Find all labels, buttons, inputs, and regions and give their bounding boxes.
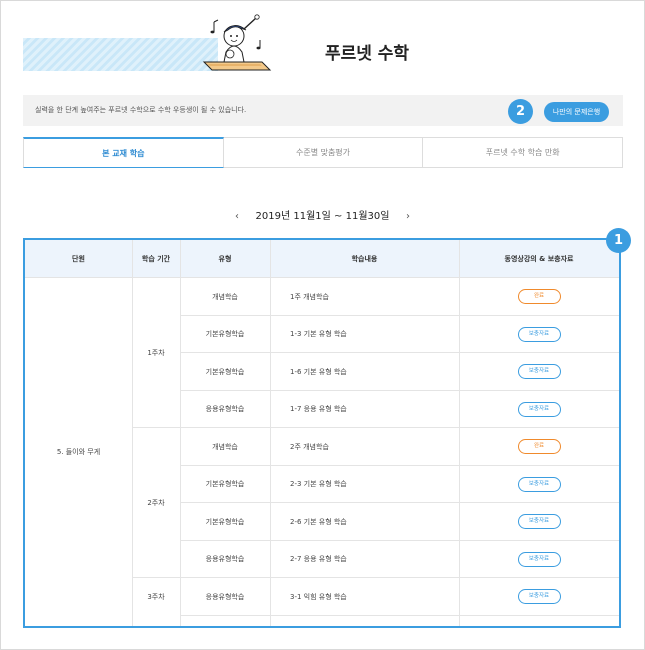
completed-button[interactable]: 완료 [517,439,561,455]
row-action-cell: 보충자료 [459,541,619,579]
header-period: 학습 기간 [132,240,180,278]
row-action-cell: 보충자료 [459,466,619,504]
row-content-cell: 3-1 익힘 유형 학습 [290,592,347,601]
row-content-cell: 2-7 응용 유형 학습 [290,555,347,564]
study-schedule-table: 단원 학습 기간 유형 학습내용 동영상강의 & 보충자료 5. 들이와 무게 … [23,238,621,628]
row-action-cell: 보충자료 [459,391,619,429]
week-1-cell: 1주차 [147,349,165,357]
row-action-cell: 보충자료 [459,316,619,354]
supplement-button[interactable]: 보충자료 [517,326,561,342]
callout-badge-1: 1 [606,228,631,253]
header-video-supplement: 동영상강의 & 보충자료 [459,240,619,278]
date-range-label: 2019년 11월1일 ~ 11월30일 [255,211,390,222]
row-type-cell: 개념학습 [212,292,238,301]
page-title: 푸르넷 수학 [324,44,410,64]
completed-button[interactable]: 완료 [517,289,561,305]
next-month-arrow-icon[interactable]: › [401,208,415,226]
supplement-button[interactable]: 보충자료 [517,364,561,380]
row-action-cell: 보충자료 [459,353,619,391]
row-content-cell: 2주 개념학습 [290,442,329,451]
row-content-cell: 1-7 응용 유형 학습 [290,405,347,414]
title-banner: 푸르넷 수학 [23,38,623,71]
row-type-cell: 개념학습 [212,442,238,451]
unit-cell: 5. 들이와 무게 [56,448,101,456]
row-content-cell: 2-6 기본 유형 학습 [290,517,347,526]
date-navigation: ‹ 2019년 11월1일 ~ 11월30일 › [230,208,415,226]
row-action-cell: 완료 [459,428,619,466]
row-type-cell: 응용유형학습 [205,592,245,601]
prev-month-arrow-icon[interactable]: ‹ [230,208,244,226]
header-type: 유형 [180,240,270,278]
intro-bar: 실력을 한 단계 높여주는 푸르넷 수학으로 수학 우등생이 될 수 있습니다. [23,95,623,126]
tab-math-comics[interactable]: 푸르넷 수학 학습 만화 [423,137,624,168]
row-content-cell: 1-3 기본 유형 학습 [290,330,347,339]
row-action-cell: 완료 [459,278,619,316]
tab-textbook-study[interactable]: 본 교재 학습 [23,137,224,168]
header-content: 학습내용 [270,240,459,278]
student-writing-mascot-icon [202,14,272,71]
row-type-cell: 기본유형학습 [205,367,245,376]
week-2-cell: 2주차 [147,499,165,507]
week-3-cell: 3주차 [147,593,165,601]
my-question-bank-button[interactable]: 나만의 문제은행 [544,102,609,122]
row-type-cell: 응용유형학습 [205,555,245,564]
row-type-cell: 기본유형학습 [205,517,245,526]
tab-level-assessment[interactable]: 수준별 맞춤평가 [223,137,424,168]
row-type-cell: 응용유형학습 [205,405,245,414]
row-action-cell: 보충자료 [459,578,619,616]
intro-text: 실력을 한 단계 높여주는 푸르넷 수학으로 수학 우등생이 될 수 있습니다. [35,106,247,114]
row-action-cell: 보충자료 [459,503,619,541]
row-type-cell: 기본유형학습 [205,480,245,489]
supplement-button[interactable]: 보충자료 [517,514,561,530]
row-type-cell: 기본유형학습 [205,330,245,339]
supplement-button[interactable]: 보충자료 [517,401,561,417]
supplement-button[interactable]: 보충자료 [517,476,561,492]
supplement-button[interactable]: 보충자료 [517,589,561,605]
tab-bar: 본 교재 학습 수준별 맞춤평가 푸르넷 수학 학습 만화 [23,137,624,168]
row-content-cell: 2-3 기본 유형 학습 [290,480,347,489]
supplement-button[interactable]: 보충자료 [517,551,561,567]
row-content-cell: 1주 개념학습 [290,292,329,301]
header-unit: 단원 [25,240,132,278]
row-content-cell: 1-6 기본 유형 학습 [290,367,347,376]
callout-badge-2: 2 [508,99,533,124]
